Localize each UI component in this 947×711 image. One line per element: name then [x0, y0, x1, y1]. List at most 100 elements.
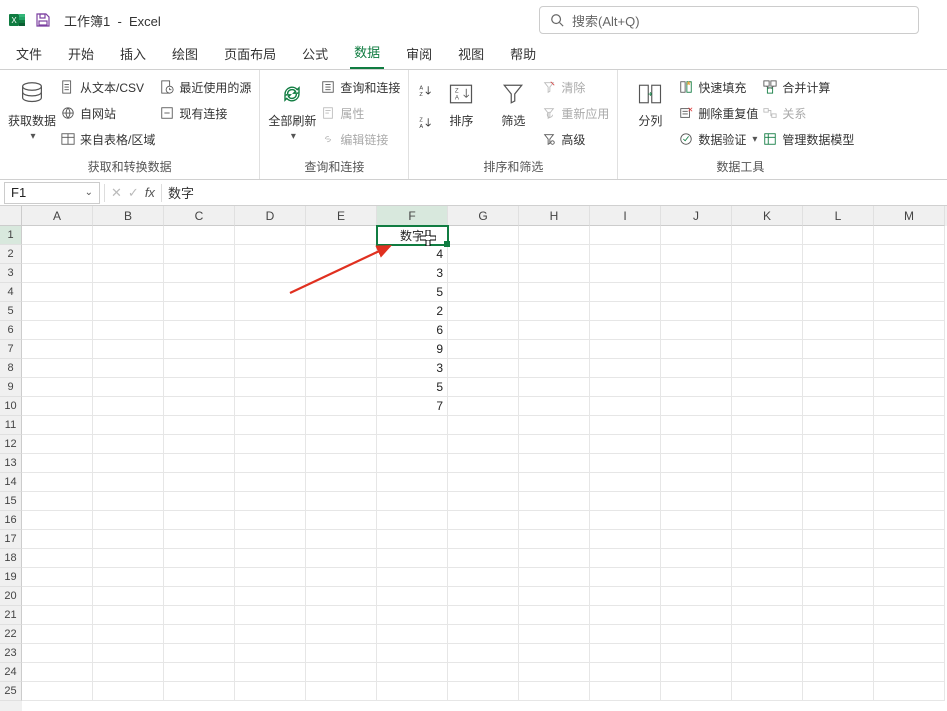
cell[interactable] [874, 283, 945, 302]
cell[interactable] [306, 530, 377, 549]
cell[interactable] [448, 321, 519, 340]
fx-button[interactable]: fx [145, 185, 155, 200]
cell[interactable] [306, 321, 377, 340]
cell[interactable] [235, 340, 306, 359]
cell[interactable] [22, 359, 93, 378]
cell[interactable] [803, 587, 874, 606]
cell[interactable] [803, 682, 874, 701]
cell[interactable] [590, 511, 661, 530]
row-header[interactable]: 12 [0, 435, 22, 454]
cell[interactable] [590, 378, 661, 397]
cell[interactable] [590, 321, 661, 340]
cell[interactable] [661, 416, 732, 435]
row-header[interactable]: 5 [0, 302, 22, 321]
cell[interactable]: 6 [377, 321, 448, 340]
queries-button[interactable]: 查询和连接 [320, 76, 400, 98]
select-all-corner[interactable] [0, 206, 22, 226]
cell[interactable] [874, 530, 945, 549]
cell[interactable] [661, 492, 732, 511]
cell[interactable] [93, 644, 164, 663]
cell[interactable] [235, 378, 306, 397]
cell[interactable] [803, 302, 874, 321]
cell[interactable] [874, 473, 945, 492]
cell[interactable] [803, 663, 874, 682]
cell[interactable] [590, 606, 661, 625]
cell[interactable] [732, 340, 803, 359]
cell[interactable] [874, 359, 945, 378]
cell[interactable] [22, 644, 93, 663]
cell[interactable] [22, 511, 93, 530]
cell[interactable] [164, 321, 235, 340]
cell[interactable] [874, 416, 945, 435]
cell[interactable] [164, 340, 235, 359]
cell[interactable] [93, 587, 164, 606]
column-header[interactable]: G [448, 206, 519, 226]
cell[interactable] [519, 378, 590, 397]
cell[interactable] [803, 492, 874, 511]
cell[interactable] [590, 302, 661, 321]
column-header[interactable]: M [874, 206, 945, 226]
cell[interactable] [874, 245, 945, 264]
cell[interactable] [519, 511, 590, 530]
row-header[interactable]: 14 [0, 473, 22, 492]
cell[interactable] [803, 340, 874, 359]
row-header[interactable]: 8 [0, 359, 22, 378]
cell[interactable] [803, 359, 874, 378]
cell[interactable] [519, 264, 590, 283]
cell[interactable] [732, 568, 803, 587]
row-header[interactable]: 1 [0, 226, 22, 245]
cell[interactable] [519, 663, 590, 682]
cell[interactable] [874, 663, 945, 682]
cell[interactable] [661, 397, 732, 416]
cell[interactable] [235, 549, 306, 568]
cell[interactable] [164, 568, 235, 587]
cell[interactable] [93, 397, 164, 416]
cell[interactable] [93, 359, 164, 378]
cell[interactable] [235, 568, 306, 587]
cell[interactable] [164, 302, 235, 321]
cell[interactable] [235, 245, 306, 264]
cell[interactable] [519, 568, 590, 587]
cell[interactable] [93, 454, 164, 473]
cell[interactable] [519, 492, 590, 511]
column-header[interactable]: C [164, 206, 235, 226]
cell[interactable] [235, 492, 306, 511]
cell[interactable] [306, 454, 377, 473]
cell[interactable]: 5 [377, 283, 448, 302]
cell[interactable] [661, 682, 732, 701]
cell[interactable] [661, 454, 732, 473]
cell[interactable] [732, 530, 803, 549]
cell[interactable] [590, 359, 661, 378]
spreadsheet-grid[interactable]: 1234567891011121314151617181920212223242… [0, 206, 947, 711]
existing-conn-button[interactable]: 现有连接 [159, 102, 251, 124]
cell[interactable]: 9 [377, 340, 448, 359]
cell[interactable]: 4 [377, 245, 448, 264]
cell[interactable] [519, 530, 590, 549]
cell[interactable] [519, 416, 590, 435]
cell[interactable] [377, 549, 448, 568]
cell[interactable] [22, 549, 93, 568]
from-table-button[interactable]: 来自表格/区域 [60, 128, 155, 150]
cell[interactable]: 5 [377, 378, 448, 397]
text-to-columns-button[interactable]: 分列 [626, 74, 674, 129]
cell[interactable] [803, 435, 874, 454]
cell[interactable] [235, 663, 306, 682]
cell[interactable] [377, 511, 448, 530]
cell[interactable] [448, 226, 519, 245]
refresh-all-button[interactable]: 全部刷新 ▾ [268, 74, 316, 142]
cell[interactable] [164, 435, 235, 454]
cell[interactable] [590, 568, 661, 587]
cell[interactable] [22, 454, 93, 473]
cell[interactable] [164, 226, 235, 245]
tab-pagelayout[interactable]: 页面布局 [220, 40, 280, 69]
cell[interactable] [306, 492, 377, 511]
row-header[interactable]: 19 [0, 568, 22, 587]
cell[interactable] [874, 378, 945, 397]
cell[interactable] [732, 454, 803, 473]
cell[interactable] [22, 530, 93, 549]
row-header[interactable]: 10 [0, 397, 22, 416]
cell[interactable] [519, 397, 590, 416]
column-headers[interactable]: ABCDEFGHIJKLM [22, 206, 947, 226]
get-data-button[interactable]: 获取数据 ▾ [8, 74, 56, 142]
cell[interactable] [306, 587, 377, 606]
